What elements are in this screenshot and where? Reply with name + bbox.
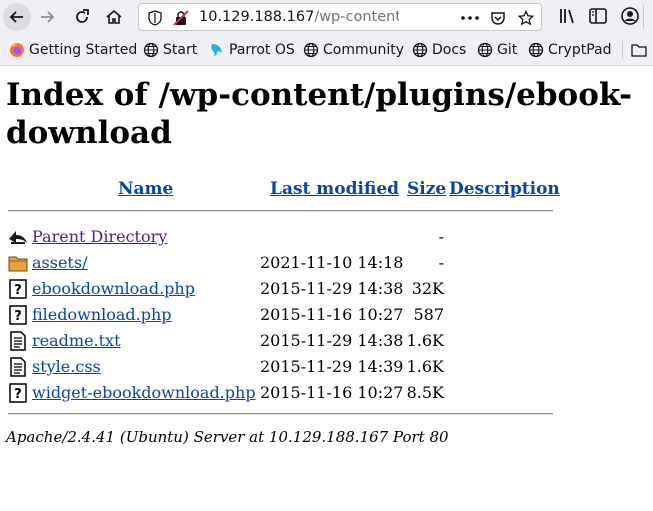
- page-title: Index of /wp-content/plugins/ebook-downl…: [6, 77, 632, 151]
- server-signature: Apache/2.4.41 (Ubuntu) Server at 10.129.…: [6, 428, 449, 446]
- unknown-file-icon: ?: [9, 279, 27, 299]
- svg-text:?: ?: [14, 309, 22, 324]
- entry-date: 2021-11-10 14:18: [260, 253, 404, 272]
- unknown-file-icon: ?: [9, 383, 27, 403]
- browser-toolbar: 10.129.188.167/wp-content/plugins/: [0, 0, 653, 34]
- entry-link[interactable]: ebookdownload.php: [32, 279, 195, 298]
- url-host: 10.129.188.167: [199, 9, 315, 25]
- other-bookmarks[interactable]: [622, 41, 651, 59]
- bookmark-label: CryptPad: [548, 42, 612, 58]
- entry-link[interactable]: filedownload.php: [32, 305, 172, 324]
- back-button[interactable]: [3, 3, 31, 31]
- unknown-file-icon: ?: [9, 305, 27, 325]
- pocket-icon[interactable]: [490, 10, 506, 26]
- entry-link[interactable]: readme.txt: [32, 331, 121, 350]
- entry-date: 2015-11-29 14:39: [260, 357, 404, 376]
- entry-date: 2015-11-16 10:27: [260, 383, 404, 402]
- text-file-icon: [10, 357, 26, 377]
- url-path: /wp-content/plugins/: [314, 9, 399, 25]
- column-header-size[interactable]: Size: [407, 179, 446, 199]
- entry-link[interactable]: style.css: [32, 357, 101, 376]
- globe-icon: [303, 42, 319, 58]
- url-bar[interactable]: 10.129.188.167/wp-content/plugins/: [138, 3, 542, 31]
- entry-date: 2015-11-16 10:27: [260, 305, 404, 324]
- entry-date: 2015-11-29 14:38: [260, 331, 404, 350]
- entry-size: 32K: [411, 279, 444, 298]
- entry-size: 8.5K: [406, 383, 444, 402]
- home-icon: [106, 9, 122, 24]
- entry-size: 1.6K: [406, 331, 444, 350]
- library-icon[interactable]: [558, 6, 578, 26]
- bookmark-label: Getting Started: [29, 42, 138, 58]
- table-row: assets/ 2021-11-10 14:18 -: [8, 250, 553, 276]
- table-row: readme.txt 2015-11-29 14:38 1.6K: [8, 328, 553, 354]
- arrow-left-icon: [9, 11, 23, 23]
- more-actions-icon[interactable]: [461, 16, 479, 20]
- entry-size: -: [438, 227, 444, 246]
- globe-icon: [412, 42, 428, 58]
- globe-icon: [477, 42, 493, 58]
- folder-icon: [8, 256, 28, 272]
- firefox-icon: [10, 43, 24, 57]
- reload-icon: [76, 9, 89, 23]
- insecure-lock-icon: [173, 10, 189, 26]
- text-file-icon: [10, 331, 26, 351]
- bookmark-star-icon[interactable]: [518, 10, 534, 26]
- bookmark-label: Community: [323, 42, 405, 58]
- table-row: Parent Directory -: [8, 224, 553, 250]
- account-icon[interactable]: [620, 6, 640, 26]
- entry-size: 1.6K: [406, 357, 444, 376]
- footer-divider: [8, 413, 553, 415]
- bookmark-label: Start: [163, 42, 198, 58]
- entry-link[interactable]: widget-ebookdownload.php: [32, 383, 256, 402]
- entry-size: -: [438, 253, 444, 272]
- column-header-label: Size: [407, 179, 447, 199]
- column-header-name[interactable]: Name: [118, 179, 173, 199]
- bookmark-label: Docs: [432, 42, 467, 58]
- header-divider: [8, 210, 553, 212]
- bookmark-start[interactable]: Start: [143, 41, 197, 59]
- bookmark-git[interactable]: Git: [477, 41, 517, 59]
- bookmark-label: Parrot OS: [229, 42, 295, 58]
- bookmark-parrot-os[interactable]: Parrot OS: [209, 41, 295, 59]
- entry-link[interactable]: assets/: [32, 253, 87, 272]
- url-text: 10.129.188.167/wp-content/plugins/: [199, 9, 399, 25]
- bookmark-docs[interactable]: Docs: [412, 41, 466, 59]
- svg-text:?: ?: [14, 283, 22, 298]
- parrot-icon: [211, 44, 222, 56]
- shield-icon: [148, 10, 162, 26]
- forward-button[interactable]: [33, 3, 61, 31]
- entry-size: 587: [413, 305, 444, 324]
- bookmark-getting-started[interactable]: Getting Started: [9, 41, 137, 59]
- column-header-label: Name: [118, 179, 174, 199]
- globe-icon: [143, 42, 159, 58]
- bookmark-community[interactable]: Community: [303, 41, 404, 59]
- column-header-label: Description: [449, 179, 560, 199]
- back-icon: [9, 231, 27, 244]
- column-header-description[interactable]: Description: [449, 179, 560, 199]
- bookmark-cryptpad[interactable]: CryptPad: [528, 41, 611, 59]
- entry-link[interactable]: Parent Directory: [32, 227, 167, 246]
- entry-date: 2015-11-29 14:38: [260, 279, 404, 298]
- bookmark-label: Git: [497, 42, 518, 58]
- table-row: style.css 2015-11-29 14:39 1.6K: [8, 354, 553, 380]
- column-header-label: Last modified: [270, 179, 400, 199]
- overflow-menu-edge[interactable]: [643, 5, 653, 29]
- globe-icon: [528, 42, 544, 58]
- svg-text:?: ?: [14, 387, 22, 402]
- table-row: ? widget-ebookdownload.php 2015-11-16 10…: [8, 380, 553, 406]
- reload-button[interactable]: [68, 3, 96, 31]
- arrow-right-icon: [41, 11, 55, 23]
- home-button[interactable]: [100, 3, 128, 31]
- bookmarks-toolbar: Getting Started Start Parrot OS Communit…: [0, 34, 653, 66]
- table-row: ? filedownload.php 2015-11-16 10:27 587: [8, 302, 553, 328]
- column-header-last-modified[interactable]: Last modified: [270, 179, 399, 199]
- sidebar-icon[interactable]: [588, 6, 608, 26]
- table-row: ? ebookdownload.php 2015-11-29 14:38 32K: [8, 276, 553, 302]
- folder-icon: [631, 44, 647, 57]
